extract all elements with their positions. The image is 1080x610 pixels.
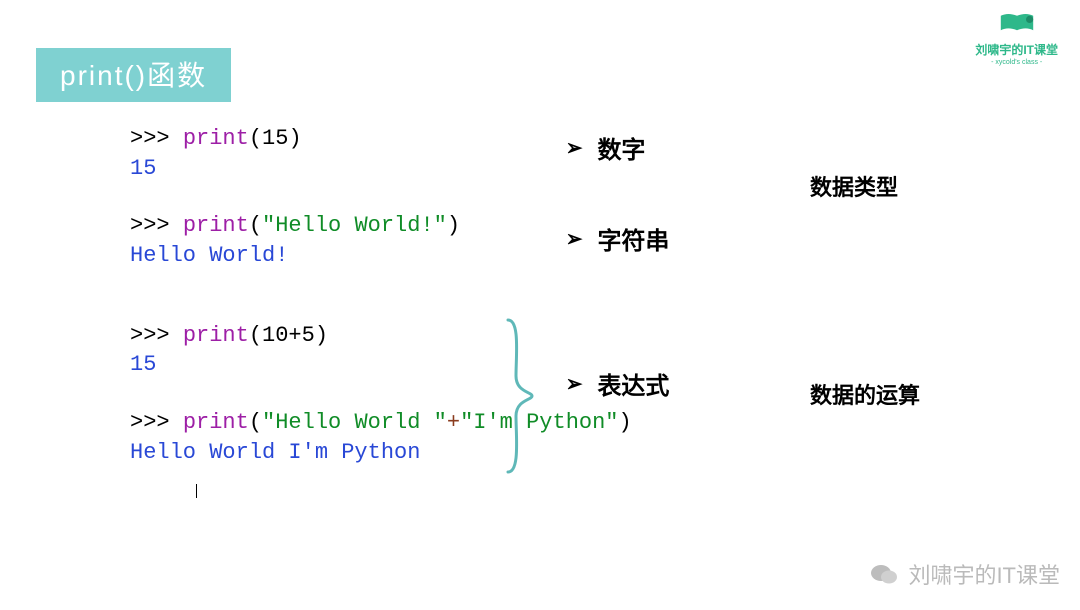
fn-name: print: [183, 410, 249, 435]
paren-close: ): [447, 213, 460, 238]
code-block-expr-num: >>> print(10+5) 15: [130, 321, 632, 380]
brand-logo: 刘啸宇的IT课堂 - xycold's class -: [975, 12, 1058, 66]
chevron-right-icon: ➢: [566, 371, 583, 397]
fn-name: print: [183, 213, 249, 238]
annotation-dataop: 数据的运算: [810, 378, 920, 410]
fn-name: print: [183, 126, 249, 151]
output-line: Hello World!: [130, 241, 632, 271]
annotation-datatype: 数据类型: [810, 170, 898, 202]
bullet-label: 字符串: [597, 221, 669, 256]
watermark-text: 刘啸宇的IT课堂: [908, 558, 1060, 590]
arg-expr: 10+5: [262, 323, 315, 348]
arg-string: "Hello World!": [262, 213, 447, 238]
brand-subtext: - xycold's class -: [975, 59, 1058, 66]
bullet-label: 表达式: [597, 366, 669, 401]
prompt: >>>: [130, 323, 183, 348]
prompt: >>>: [130, 126, 183, 151]
paren-close: ): [288, 126, 301, 151]
bullet-label: 数字: [597, 130, 645, 165]
watermark: 刘啸宇的IT课堂: [870, 558, 1060, 590]
output-line: Hello World I'm Python: [130, 438, 632, 468]
slide-title-badge: print()函数: [36, 48, 231, 102]
arg-string-2: "I'm Python": [460, 410, 618, 435]
arg-number: 15: [262, 126, 288, 151]
output-line: 15: [130, 350, 632, 380]
plus-op: +: [447, 410, 460, 435]
wechat-icon: [870, 562, 898, 586]
text-cursor-icon: [196, 484, 197, 498]
code-line: >>> print(15): [130, 124, 632, 154]
paren-open: (: [249, 323, 262, 348]
bullet-list: ➢ 数字 ➢ 字符串 ➢ 表达式: [565, 130, 669, 401]
paren-close: ): [619, 410, 632, 435]
paren-open: (: [249, 126, 262, 151]
curly-brace-icon: [502, 316, 534, 476]
bullet-expression: ➢ 表达式: [565, 366, 669, 401]
slide-title-text: print()函数: [60, 60, 207, 91]
code-block-number: >>> print(15) 15: [130, 124, 632, 183]
brand-text: 刘啸宇的IT课堂: [975, 41, 1058, 58]
arg-string-1: "Hello World ": [262, 410, 447, 435]
output-line: 15: [130, 154, 632, 184]
prompt: >>>: [130, 410, 183, 435]
book-icon: [999, 12, 1035, 34]
bullet-string: ➢ 字符串: [565, 221, 669, 256]
prompt: >>>: [130, 213, 183, 238]
code-block-string: >>> print("Hello World!") Hello World!: [130, 211, 632, 270]
fn-name: print: [183, 323, 249, 348]
chevron-right-icon: ➢: [566, 226, 583, 252]
code-line: >>> print(10+5): [130, 321, 632, 351]
code-examples: >>> print(15) 15 >>> print("Hello World!…: [130, 124, 632, 496]
paren-open: (: [249, 213, 262, 238]
code-block-expr-str: >>> print("Hello World "+"I'm Python") H…: [130, 408, 632, 467]
chevron-right-icon: ➢: [566, 135, 583, 161]
paren-close: ): [315, 323, 328, 348]
code-line: >>> print("Hello World!"): [130, 211, 632, 241]
bullet-number: ➢ 数字: [565, 130, 669, 165]
code-line: >>> print("Hello World "+"I'm Python"): [130, 408, 632, 438]
paren-open: (: [249, 410, 262, 435]
